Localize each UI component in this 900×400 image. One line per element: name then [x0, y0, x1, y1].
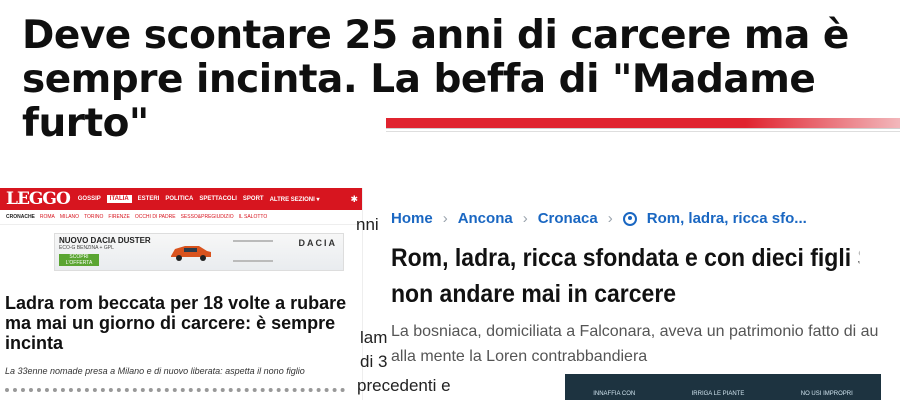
article-lead-line: alla mente la Loren contrabbandiera — [391, 348, 648, 365]
subnav-milano[interactable]: MILANO — [60, 214, 79, 220]
media-label: IRRIGA LE PIANTE — [691, 391, 745, 397]
ad-title: NUOVO DACIA DUSTER — [59, 236, 151, 245]
article-lead-line: La bosniaca, domiciliata a Falconara, av… — [391, 323, 879, 340]
subnav-roma[interactable]: ROMA — [40, 214, 55, 220]
text-fragment: di 3 — [360, 352, 388, 371]
nav-politica[interactable]: POLITICA — [165, 196, 193, 202]
red-rule — [386, 118, 900, 129]
text-fragment: nni — [356, 215, 379, 234]
nav-altre-sezioni[interactable]: ALTRE SEZIONI ▾ — [270, 196, 320, 203]
leggo-article-title[interactable]: Ladra rom beccata per 18 volte a rubare … — [5, 293, 361, 353]
nav-esteri[interactable]: ESTERI — [138, 196, 160, 202]
breadcrumb-home[interactable]: Home — [391, 210, 433, 227]
subnav-torino[interactable]: TORINO — [84, 214, 103, 220]
text-fragment: precedenti e — [357, 376, 451, 395]
article-title-line: non andare mai in carcere — [391, 280, 677, 308]
subnav-occhi-di-padre[interactable]: OCCHI DI PADRE — [135, 214, 176, 220]
breadcrumb-ancona[interactable]: Ancona — [458, 210, 513, 227]
leggo-nav: GOSSIP ITALIA ESTERI POLITICA SPETTACOLI… — [78, 195, 320, 203]
ad-fine-print — [233, 240, 273, 262]
leggo-clip: LEGGO GOSSIP ITALIA ESTERI POLITICA SPET… — [0, 188, 363, 400]
cut-text-line — [5, 388, 345, 398]
nav-italia[interactable]: ITALIA — [106, 195, 132, 203]
text-fragment: lam — [360, 328, 388, 347]
leggo-topbar: LEGGO GOSSIP ITALIA ESTERI POLITICA SPET… — [0, 188, 362, 210]
subnav-sesso[interactable]: SESSO&PREGIUDIZIO — [181, 214, 234, 220]
media-label: NO USI IMPROPRI — [800, 391, 853, 397]
location-icon — [622, 211, 637, 226]
breadcrumb: Home › Ancona › Cronaca › Rom, ladra, ri… — [391, 210, 807, 227]
nav-spettacoli[interactable]: SPETTACOLI — [199, 196, 237, 202]
chevron-right-icon: › — [442, 210, 448, 227]
divider — [386, 131, 900, 132]
article-lead: La bosniaca, domiciliata a Falconara, av… — [391, 319, 900, 369]
chevron-right-icon: › — [607, 210, 613, 227]
media-label: INNAFFIA CON — [593, 391, 636, 397]
subnav-salotto[interactable]: IL SALOTTO — [239, 214, 268, 220]
leggo-article-summary: La 33enne nomade presa a Milano e di nuo… — [5, 366, 305, 376]
breadcrumb-current: Rom, ladra, ricca sfo... — [646, 210, 807, 227]
leggo-logo[interactable]: LEGGO — [0, 189, 78, 209]
gear-icon[interactable]: ✱ — [350, 194, 358, 205]
subnav-cronache[interactable]: CRONACHE — [6, 214, 35, 220]
nav-gossip[interactable]: GOSSIP — [78, 196, 101, 202]
article-media-strip: INNAFFIA CON IRRIGA LE PIANTE NO USI IMP… — [565, 374, 881, 400]
leggo-subnav: CRONACHE ROMA MILANO TORINO FIRENZE OCCH… — [0, 210, 362, 225]
ad-cta-button[interactable]: SCOPRI L'OFFERTA — [59, 254, 99, 266]
subnav-firenze[interactable]: FIRENZE — [108, 214, 129, 220]
chevron-right-icon: › — [522, 210, 528, 227]
article-title: Rom, ladra, ricca sfondata e con dieci f… — [391, 240, 859, 312]
car-icon — [171, 246, 211, 261]
dacia-ad-banner[interactable]: NUOVO DACIA DUSTER ECO-G BENZINA + GPL S… — [54, 233, 344, 271]
ad-brand-logo: DACIA — [298, 238, 337, 248]
breadcrumb-cronaca[interactable]: Cronaca — [538, 210, 598, 227]
nav-sport[interactable]: SPORT — [243, 196, 264, 202]
ad-subtitle: ECO-G BENZINA + GPL — [59, 245, 114, 251]
article-title-line: Rom, ladra, ricca sfondata e con dieci f… — [391, 244, 860, 272]
